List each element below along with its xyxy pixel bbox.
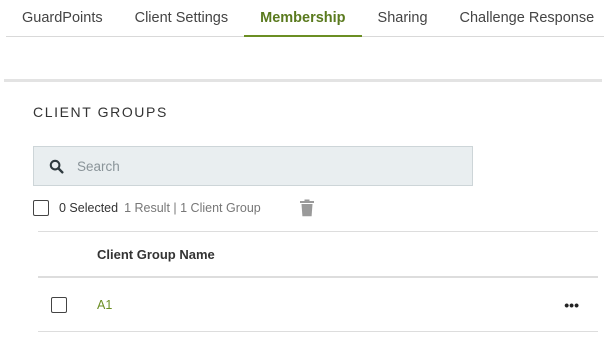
column-header-client-group-name[interactable]: Client Group Name (97, 247, 215, 262)
client-groups-table: Client Group Name A1 ••• (38, 231, 598, 332)
section-title: CLIENT GROUPS (33, 104, 168, 120)
tab-bar: GuardPoints Client Settings Membership S… (6, 0, 604, 37)
selection-bar: 0 Selected 1 Result | 1 Client Group (33, 198, 316, 218)
search-box (33, 146, 473, 186)
trash-icon[interactable] (298, 198, 316, 218)
selected-count: 0 Selected (59, 201, 119, 215)
tab-guardpoints[interactable]: GuardPoints (6, 0, 119, 36)
tab-client-settings[interactable]: Client Settings (119, 0, 245, 36)
tab-challenge-response[interactable]: Challenge Response (444, 0, 610, 36)
tab-sharing[interactable]: Sharing (362, 0, 444, 36)
table-header: Client Group Name (38, 232, 598, 278)
row-more-options-icon[interactable]: ••• (564, 298, 579, 312)
result-count: 1 Result | 1 Client Group (124, 201, 261, 215)
search-icon (49, 158, 65, 174)
section-divider (4, 79, 602, 82)
select-all-checkbox[interactable] (33, 200, 49, 216)
tab-membership[interactable]: Membership (244, 0, 362, 37)
row-checkbox[interactable] (51, 296, 67, 313)
table-row: A1 ••• (38, 278, 598, 332)
search-input[interactable] (75, 157, 459, 175)
client-group-link[interactable]: A1 (97, 298, 112, 312)
